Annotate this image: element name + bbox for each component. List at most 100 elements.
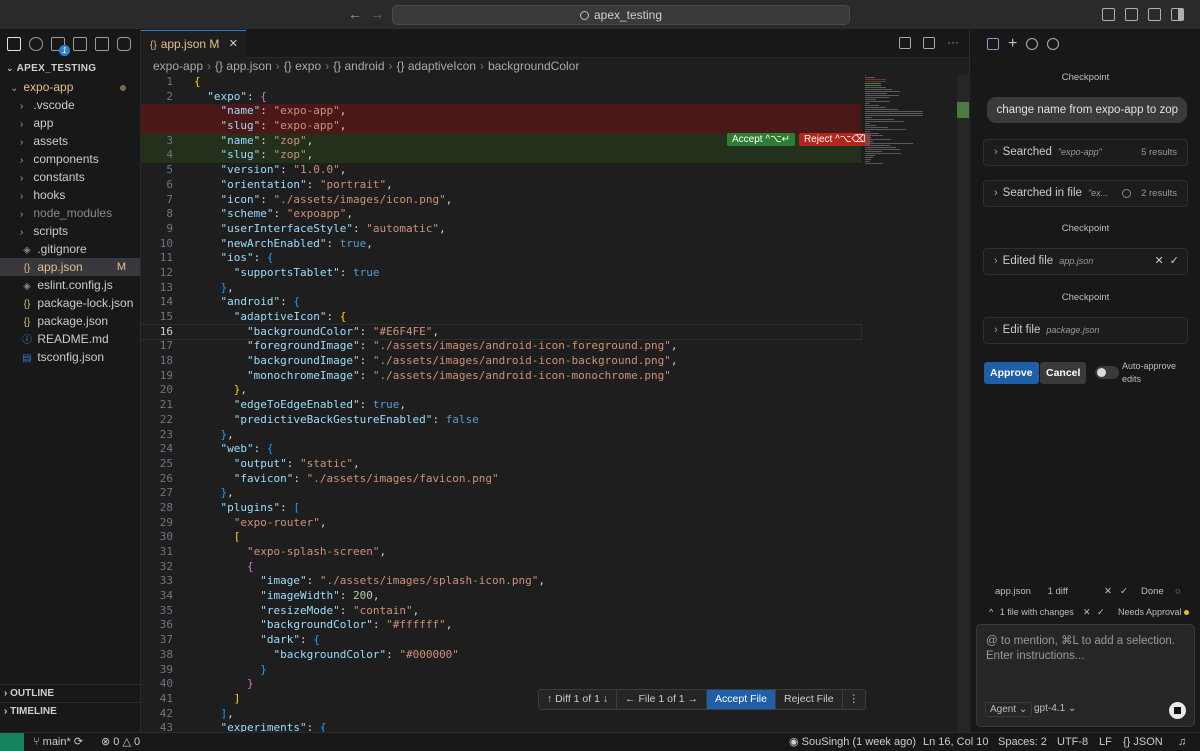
code-line[interactable]: 30 [	[141, 530, 861, 545]
code-line[interactable]: 39 }	[141, 663, 861, 678]
search-icon[interactable]	[29, 37, 43, 51]
step-edit-file[interactable]: › Edit file package.json	[983, 317, 1188, 344]
code-line[interactable]: 11 "ios": {	[141, 251, 861, 266]
checkpoint-label[interactable]: Checkpoint	[970, 72, 1200, 83]
code-line[interactable]: 13 },	[141, 281, 861, 296]
breadcrumb-item[interactable]: backgroundColor	[488, 59, 579, 73]
python-icon[interactable]	[117, 37, 131, 51]
tree-item[interactable]: › node_modules	[0, 204, 140, 222]
file-navigator[interactable]: ← File 1 of 1 →	[617, 690, 708, 709]
tree-item[interactable]: › hooks	[0, 186, 140, 204]
source-control-icon[interactable]: 1	[51, 37, 70, 56]
code-line[interactable]: 12 "supportsTablet": true	[141, 266, 861, 281]
tree-item[interactable]: {} app.json M	[0, 258, 140, 276]
code-line[interactable]: 5 "version": "1.0.0",	[141, 163, 861, 178]
remote-indicator[interactable]	[0, 733, 24, 751]
chevron-up-icon[interactable]: ^	[989, 607, 993, 617]
line-ending[interactable]: LF	[1099, 733, 1112, 751]
code-line[interactable]: 16 "backgroundColor": "#E6F4FE",	[140, 323, 862, 341]
tree-item[interactable]: › app	[0, 114, 140, 132]
code-line[interactable]: 19 "monochromeImage": "./assets/images/a…	[141, 369, 861, 384]
code-line[interactable]: 32 {	[141, 560, 861, 575]
problems-indicator[interactable]: ⊗ 0 △ 0	[101, 733, 140, 751]
breadcrumb-item[interactable]: {} adaptiveIcon	[397, 59, 476, 73]
code-line[interactable]: 2 "expo": {	[141, 90, 861, 105]
more-options-icon[interactable]: ⋮	[843, 690, 866, 709]
minimap[interactable]	[865, 75, 925, 164]
code-line[interactable]: 14 "android": {	[141, 295, 861, 310]
history-icon[interactable]	[1026, 38, 1039, 50]
cancel-button[interactable]: Cancel	[1040, 362, 1087, 384]
layout-customize-icon[interactable]	[1102, 8, 1115, 21]
accept-check-icon[interactable]: ✓	[1170, 255, 1179, 267]
code-line[interactable]: 29 "expo-router",	[141, 516, 861, 531]
code-line[interactable]: 37 "dark": {	[141, 633, 861, 648]
gear-icon[interactable]	[1047, 38, 1060, 50]
breadcrumb-item[interactable]: {} expo	[284, 59, 321, 73]
changed-file-row[interactable]: app.json 1 diff ✕ ✓ Done ○	[983, 583, 1188, 601]
reject-icon[interactable]: ✕	[1154, 255, 1163, 267]
code-line[interactable]: 24 "web": {	[141, 442, 861, 457]
close-icon[interactable]: ✕	[229, 31, 238, 58]
changes-summary-row[interactable]: ^ 1 file with changes ✕ ✓ Needs Approval	[983, 603, 1200, 621]
model-select[interactable]: gpt-4.1 ⌄	[1034, 703, 1076, 714]
stop-button[interactable]	[1169, 702, 1186, 719]
toggle-primary-sidebar-icon[interactable]	[1125, 8, 1138, 21]
forward-arrow-icon[interactable]: →	[370, 6, 384, 22]
timeline-section[interactable]: › TIMELINE	[0, 702, 141, 720]
code-line[interactable]: 31 "expo-splash-screen",	[141, 545, 861, 560]
step-searched[interactable]: › Searched "expo-app" 5 results	[983, 139, 1188, 166]
chat-input[interactable]: @ to mention, ⌘L to add a selection. Ent…	[976, 624, 1195, 727]
code-line[interactable]: 7 "icon": "./assets/images/icon.png",	[141, 193, 861, 208]
code-line[interactable]: 28 "plugins": [	[141, 501, 861, 516]
accept-check-icon[interactable]: ✓	[1120, 583, 1128, 601]
code-line[interactable]: 35 "resizeMode": "contain",	[141, 604, 861, 619]
vertical-scrollbar[interactable]	[957, 75, 969, 732]
encoding[interactable]: UTF-8	[1057, 733, 1088, 751]
tree-item[interactable]: › .vscode	[0, 96, 140, 114]
accept-check-icon[interactable]: ✓	[1097, 603, 1105, 621]
outline-section[interactable]: › OUTLINE	[0, 684, 141, 702]
tree-item[interactable]: ▤ tsconfig.json	[0, 348, 140, 366]
auto-approve-toggle[interactable]	[1095, 366, 1119, 379]
code-line[interactable]: 33 "image": "./assets/images/splash-icon…	[141, 574, 861, 589]
tree-item[interactable]: › components	[0, 150, 140, 168]
compare-changes-icon[interactable]	[899, 37, 911, 49]
toggle-panel-icon[interactable]	[1148, 8, 1161, 21]
approve-button[interactable]: Approve	[984, 362, 1039, 384]
tree-item[interactable]: › scripts	[0, 222, 140, 240]
breadcrumb-item[interactable]: {} android	[333, 59, 384, 73]
code-line[interactable]: 20 },	[141, 383, 861, 398]
code-line[interactable]: 17 "foregroundImage": "./assets/images/a…	[141, 339, 861, 354]
code-line[interactable]: 6 "orientation": "portrait",	[141, 178, 861, 193]
notifications-bell-icon[interactable]: ♫	[1178, 733, 1186, 751]
tree-item[interactable]: ◈ .gitignore	[0, 240, 140, 258]
run-debug-icon[interactable]	[73, 37, 87, 51]
code-line[interactable]: 10 "newArchEnabled": true,	[141, 237, 861, 252]
checkpoint-label[interactable]: Checkpoint	[970, 292, 1200, 303]
step-edited-file[interactable]: › Edited file app.json ✕ ✓	[983, 248, 1188, 275]
code-line[interactable]: 21 "edgeToEdgeEnabled": true,	[141, 398, 861, 413]
reject-change-button[interactable]: Reject ^⌥⌫	[798, 133, 871, 146]
code-editor[interactable]: 1{2 "expo": { "name": "expo-app", "slug"…	[140, 75, 862, 736]
code-line[interactable]: 23 },	[141, 428, 861, 443]
breadcrumb-item[interactable]: expo-app	[153, 59, 203, 73]
code-line[interactable]: 1{	[141, 75, 861, 90]
tree-item[interactable]: {} package.json	[0, 312, 140, 330]
extensions-icon[interactable]	[95, 37, 109, 51]
tree-item[interactable]: › constants	[0, 168, 140, 186]
tree-item[interactable]: › assets	[0, 132, 140, 150]
tree-item[interactable]: {} package-lock.json	[0, 294, 140, 312]
cursor-position[interactable]: Ln 16, Col 10	[923, 733, 988, 751]
more-actions-icon[interactable]: ···	[947, 36, 959, 49]
new-chat-icon[interactable]: +	[1008, 36, 1017, 52]
code-line[interactable]: 26 "favicon": "./assets/images/favicon.p…	[141, 472, 861, 487]
code-line[interactable]: 34 "imageWidth": 200,	[141, 589, 861, 604]
code-line[interactable]: 8 "scheme": "expoapp",	[141, 207, 861, 222]
code-line[interactable]: 9 "userInterfaceStyle": "automatic",	[141, 222, 861, 237]
accept-file-button[interactable]: Accept File	[707, 690, 776, 709]
code-line[interactable]: 18 "backgroundImage": "./assets/images/a…	[141, 354, 861, 369]
agent-mode-select[interactable]: Agent ⌄	[985, 702, 1033, 717]
removed-code-line[interactable]: "name": "expo-app",	[141, 104, 861, 120]
diff-navigator[interactable]: ↑ Diff 1 of 1 ↓	[539, 690, 618, 709]
